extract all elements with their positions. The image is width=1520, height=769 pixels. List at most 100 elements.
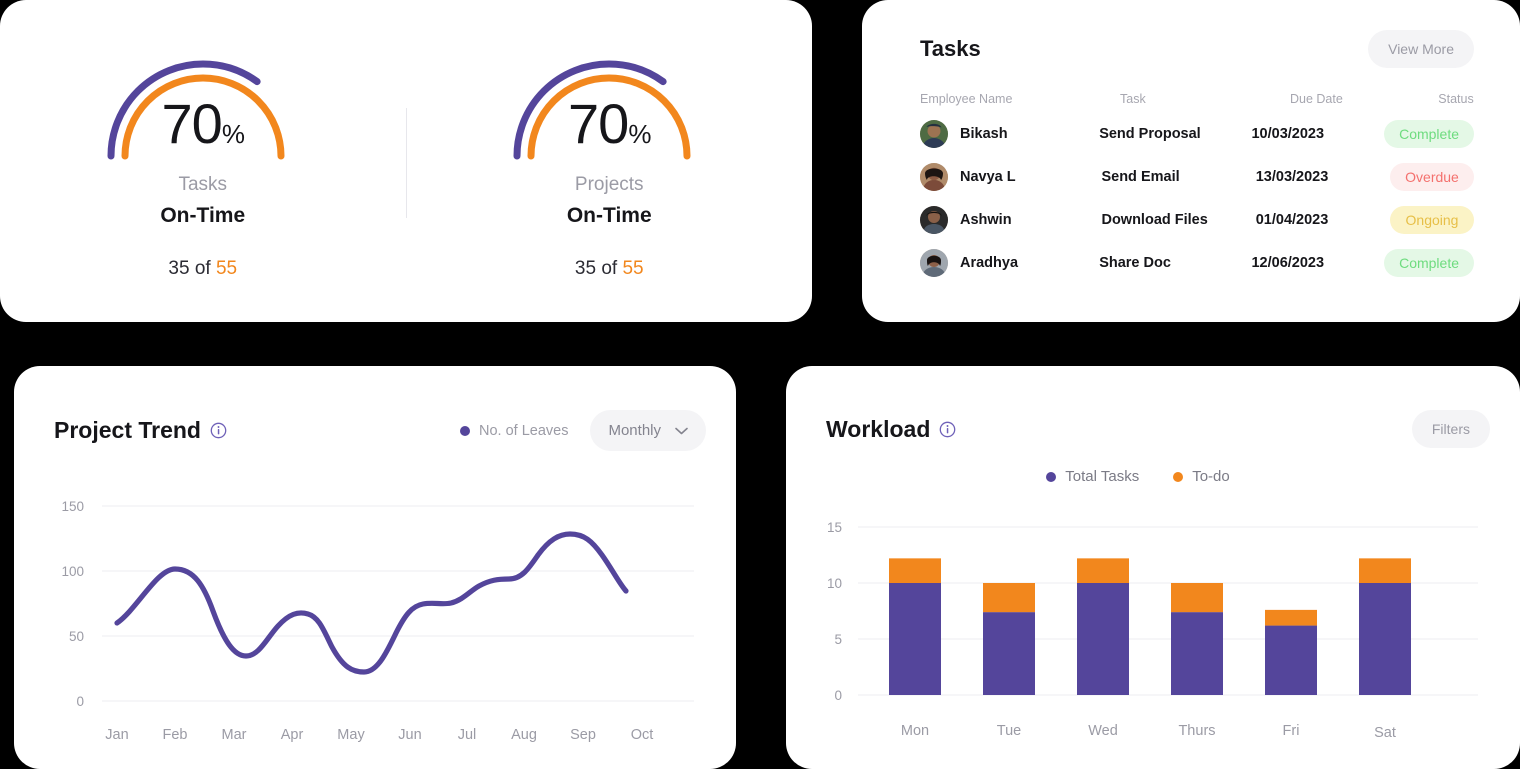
legend-no-of-leaves: No. of Leaves <box>459 423 568 439</box>
y-tick-label: 0 <box>76 694 84 709</box>
employee-cell: Bikash <box>920 119 1099 148</box>
project-trend-title-text: Project Trend <box>54 417 201 443</box>
x-tick-label: Fri <box>1283 723 1300 739</box>
column-header-task: Task <box>1120 92 1146 106</box>
x-tick-label: Mon <box>901 723 929 739</box>
table-header-row: Employee Name Task Due Date Status <box>920 86 1474 112</box>
x-tick-label: Jan <box>105 727 128 743</box>
y-tick-label: 5 <box>834 632 842 647</box>
column-header-due-date: Due Date <box>1290 92 1343 106</box>
tasks-header: Tasks View More <box>862 0 1520 68</box>
bar-to-do[interactable] <box>1171 583 1223 613</box>
status-cell: Ongoing <box>1390 205 1474 234</box>
status-badge: Overdue <box>1390 162 1474 191</box>
due-date: 10/03/2023 <box>1251 125 1325 142</box>
legend-total-tasks: Total Tasks <box>1046 468 1139 485</box>
avatar <box>920 162 948 191</box>
x-tick-label: Mar <box>222 727 247 743</box>
legend-dot-icon <box>1173 471 1184 482</box>
x-tick-label: Wed <box>1088 723 1118 739</box>
line-series-no-of-leaves <box>114 531 629 675</box>
x-tick-label: Tue <box>997 723 1021 739</box>
workload-title-text: Workload <box>826 415 931 442</box>
project-trend-card: Project Trend No. of Leaves Monthly 150 … <box>14 366 736 769</box>
period-select[interactable]: Monthly <box>590 410 706 451</box>
table-row[interactable]: Aradhya Share Doc 12/06/2023 Complete <box>920 241 1474 284</box>
bar-total-tasks[interactable] <box>1077 583 1129 695</box>
workload-legend: Total Tasks To-do <box>786 468 1520 485</box>
status-cell: Complete <box>1384 248 1474 277</box>
bar-to-do[interactable] <box>889 558 941 583</box>
filters-button[interactable]: Filters <box>1411 410 1490 448</box>
x-tick-label: Sat <box>1374 725 1396 741</box>
avatar <box>920 205 948 234</box>
project-trend-plot: 150 100 50 0 Jan Feb Mar Apr May Jun Jul… <box>14 451 736 751</box>
y-tick-label: 150 <box>61 499 84 514</box>
gauge-title-projects: On-Time <box>566 204 652 227</box>
gauge-count-tasks: 35 of 55 <box>168 258 238 279</box>
page-title: Tasks <box>920 36 981 61</box>
gauge-subtitle-projects: Projects <box>574 174 644 195</box>
bar-total-tasks[interactable] <box>983 612 1035 695</box>
legend-to-do: To-do <box>1173 468 1230 485</box>
task-name: Download Files <box>1101 211 1208 228</box>
workload-controls: Filters <box>1411 410 1490 448</box>
gauge-value-tasks: 70% <box>161 92 245 155</box>
bar-chart-svg: 15 10 5 0 Mon Tue Wed Thurs Fri Sat <box>827 520 1478 741</box>
due-date: 12/06/2023 <box>1251 254 1325 271</box>
bar-total-tasks[interactable] <box>889 583 941 695</box>
gauge-row: 70% Tasks On-Time 35 of 55 70% Projects … <box>0 0 812 322</box>
task-name: Send Email <box>1101 168 1180 185</box>
table-row[interactable]: Bikash Send Proposal 10/03/2023 Complete <box>920 112 1474 155</box>
employee-name: Bikash <box>960 125 1008 142</box>
gauge-subtitle-tasks: Tasks <box>178 174 228 195</box>
x-tick-label: Sep <box>570 727 596 743</box>
x-tick-label: Jul <box>458 727 477 743</box>
employee-cell: Ashwin <box>920 205 1101 234</box>
tasks-table: Employee Name Task Due Date Status Bikas… <box>862 86 1520 284</box>
gauge-value-projects: 70% <box>568 92 651 155</box>
avatar <box>920 248 948 277</box>
y-tick-label: 10 <box>827 576 842 591</box>
workload-header: Workload Filters <box>786 366 1520 448</box>
table-row[interactable]: Navya L Send Email 13/03/2023 Overdue <box>920 155 1474 198</box>
x-tick-label: May <box>337 727 365 743</box>
y-tick-label: 50 <box>69 629 84 644</box>
bar-total-tasks[interactable] <box>1359 583 1411 695</box>
column-header-employee-name: Employee Name <box>920 92 1013 106</box>
tasks-card: Tasks View More Employee Name Task Due D… <box>862 0 1520 322</box>
view-more-button[interactable]: View More <box>1368 30 1474 68</box>
due-date: 01/04/2023 <box>1255 211 1329 228</box>
info-icon[interactable] <box>210 422 227 439</box>
x-tick-label: Aug <box>511 727 537 743</box>
y-tick-label: 0 <box>834 688 842 703</box>
gauge-arc-projects: 70% <box>509 44 709 162</box>
employee-name: Ashwin <box>960 211 1012 228</box>
bar-to-do[interactable] <box>1265 609 1317 626</box>
status-cell: Overdue <box>1390 162 1474 191</box>
employee-name: Aradhya <box>960 254 1019 271</box>
legend-dot-icon <box>1046 471 1057 482</box>
bar-to-do[interactable] <box>1077 558 1129 583</box>
x-tick-label: Jun <box>398 727 421 743</box>
column-header-status: Status <box>1438 92 1474 106</box>
employee-name: Navya L <box>960 168 1016 185</box>
gauge-tasks: 70% Tasks On-Time 35 of 55 <box>0 0 406 280</box>
task-name: Send Proposal <box>1099 125 1201 142</box>
bar-total-tasks[interactable] <box>1265 625 1317 695</box>
info-icon[interactable] <box>939 421 956 438</box>
y-tick-label: 100 <box>61 564 84 579</box>
project-trend-controls: No. of Leaves Monthly <box>459 410 706 451</box>
x-tick-label: Apr <box>281 727 304 743</box>
table-row[interactable]: Ashwin Download Files 01/04/2023 Ongoing <box>920 198 1474 241</box>
x-tick-label: Thurs <box>1178 723 1215 739</box>
bar-to-do[interactable] <box>983 583 1035 613</box>
gauges-card: 70% Tasks On-Time 35 of 55 70% Projects … <box>0 0 812 322</box>
employee-cell: Navya L <box>920 162 1101 191</box>
line-chart-svg: 150 100 50 0 Jan Feb Mar Apr May Jun Jul… <box>61 499 694 743</box>
bar-total-tasks[interactable] <box>1171 612 1223 695</box>
project-trend-header: Project Trend No. of Leaves Monthly <box>14 366 736 451</box>
bar-to-do[interactable] <box>1359 558 1411 583</box>
legend-dot-icon <box>459 425 470 436</box>
status-cell: Complete <box>1384 119 1474 148</box>
